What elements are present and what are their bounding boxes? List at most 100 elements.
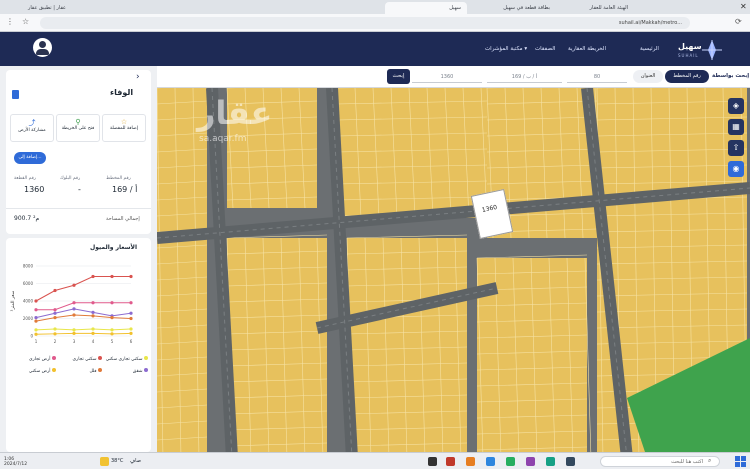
- data-point: [53, 316, 57, 320]
- windows-start-icon[interactable]: [735, 456, 746, 467]
- share-icon: ⤴: [28, 119, 36, 127]
- browser-tab-strip: عقار | تطبيق عقار الهيئة العامة للعقار ب…: [0, 0, 750, 14]
- url-field[interactable]: suhail.ai/Makkah/metro...: [40, 17, 690, 29]
- search-bar: إبحث بواسطة رقم المخطط العنوان 80 169 / …: [157, 66, 750, 88]
- y-tick-label: 6000: [23, 281, 34, 286]
- series-line: [35, 276, 131, 302]
- legend-item: سكني تجاري: [56, 356, 102, 362]
- data-point: [72, 283, 76, 287]
- weather-temp: 38°C: [111, 458, 124, 464]
- data-point: [53, 332, 57, 336]
- data-point: [53, 308, 57, 312]
- star-icon[interactable]: ☆: [22, 17, 29, 26]
- app-icon[interactable]: [566, 457, 575, 466]
- divider: [6, 208, 151, 209]
- panel-title: الوفاء: [110, 88, 134, 97]
- reload-icon[interactable]: ⟳: [735, 17, 742, 26]
- open-on-map-button[interactable]: ⚲ فتح على الخريطة: [56, 114, 100, 142]
- legend-label: فلل: [89, 369, 97, 374]
- mode-plan-number-tab[interactable]: رقم المخطط: [665, 70, 709, 83]
- app-icon[interactable]: [546, 457, 555, 466]
- legend-dot: [144, 368, 148, 372]
- mode-address-tab[interactable]: العنوان: [633, 70, 663, 83]
- plan-number-label: رقم المخطط: [106, 176, 131, 181]
- data-point: [53, 327, 57, 331]
- data-point: [129, 327, 133, 331]
- data-point: [91, 327, 95, 331]
- browser-tab[interactable]: بطاقة قطعة في سهيل: [470, 2, 556, 14]
- app-icon[interactable]: [486, 457, 495, 466]
- series-line: [35, 332, 132, 335]
- data-point: [91, 274, 95, 279]
- layers-icon[interactable]: ◈: [728, 98, 744, 114]
- chevron-right-icon[interactable]: ›: [136, 72, 140, 82]
- nav-home[interactable]: الرئيسية: [640, 46, 659, 52]
- legend-label: شقق: [132, 369, 143, 374]
- block-number-value: -: [78, 185, 81, 194]
- data-point: [34, 328, 38, 332]
- data-point: [91, 301, 95, 305]
- app-icon[interactable]: [446, 457, 455, 466]
- x-tick-label: 2: [54, 339, 57, 344]
- suhail-logo[interactable]: سهيل SUHAIL: [672, 38, 722, 64]
- data-point: [72, 301, 76, 305]
- parcel-block: [347, 238, 467, 458]
- y-tick-label: 0: [30, 334, 33, 339]
- search-field-2[interactable]: 169 / أ / ب: [487, 71, 562, 83]
- weather-icon[interactable]: [100, 457, 109, 466]
- logo-subtext: SUHAIL: [678, 53, 699, 58]
- browser-tab[interactable]: عقار | تطبيق عقار: [2, 2, 72, 14]
- map-pin-icon: ⚲: [75, 118, 81, 126]
- close-window-icon[interactable]: ✕: [740, 2, 747, 11]
- nav-deals[interactable]: الصفقات: [535, 46, 555, 52]
- menu-icon[interactable]: ⋮: [6, 17, 14, 26]
- data-point: [72, 307, 76, 311]
- legend-dot: [52, 356, 56, 360]
- search-label: إبحث بواسطة: [712, 73, 750, 79]
- legend-label: سكني تجاري: [72, 357, 97, 362]
- legend-label: سكني تجاري سكني: [105, 357, 143, 362]
- globe-icon[interactable]: ◉: [728, 161, 744, 177]
- app-icon[interactable]: [506, 457, 515, 466]
- legend-label: أرض تجاري: [29, 357, 51, 362]
- search-button[interactable]: إبحث: [387, 69, 410, 84]
- legend-item: سكني تجاري سكني: [102, 356, 148, 362]
- price-chart-card: الأسعار والميول 0 2000 4000 6000 8000 1 2 3 4 5 6 س…: [6, 238, 151, 452]
- upload-icon[interactable]: ⇧: [728, 140, 744, 156]
- data-point: [91, 314, 95, 318]
- data-point: [91, 331, 95, 335]
- share-parcel-button[interactable]: ⤴ مشاركة الأرض: [10, 114, 54, 142]
- avatar[interactable]: [33, 38, 52, 57]
- browser-tab[interactable]: الهيئة العامة للعقار: [560, 2, 634, 14]
- x-tick-label: 3: [73, 339, 76, 344]
- total-area-label: إجمالي المساحة: [106, 216, 140, 222]
- star-outline-icon: ☆: [120, 118, 128, 126]
- taskbar-search-input[interactable]: اكتب هنا للبحث: [600, 456, 720, 467]
- selected-parcel-label: 1360: [481, 203, 498, 214]
- legend-item: أرض سكني: [10, 368, 56, 374]
- search-field-1[interactable]: 80: [567, 71, 627, 83]
- data-point: [34, 308, 38, 312]
- app-icon[interactable]: [526, 457, 535, 466]
- watermark-logo: عقار: [197, 94, 273, 132]
- map-view[interactable]: عقار sa.aqar.fm 1360 ◈ ▦ ⇧ ◉: [157, 88, 750, 458]
- nav-map[interactable]: الخريطة العقارية: [568, 46, 606, 52]
- search-field-3[interactable]: 1360: [412, 71, 482, 83]
- buildings-icon[interactable]: ▦: [728, 119, 744, 135]
- data-point: [129, 274, 133, 279]
- data-point: [72, 328, 76, 332]
- browser-tab-active[interactable]: سهيل: [385, 2, 467, 14]
- document-icon[interactable]: [12, 90, 19, 99]
- clock[interactable]: 1:06 2024/7/12: [4, 457, 27, 467]
- app-icon[interactable]: [466, 457, 475, 466]
- legend-item: أرض تجاري: [10, 356, 56, 362]
- add-favorite-button[interactable]: ☆ إضافة للمفضلة: [102, 114, 146, 142]
- block-number-label: رقم البلوك: [60, 176, 81, 181]
- series-line: [35, 314, 132, 322]
- legend-item: فلل: [56, 368, 102, 374]
- add-to-button[interactable]: إضافة إلى...: [14, 152, 46, 164]
- y-tick-label: 2000: [23, 316, 34, 321]
- app-icon[interactable]: [428, 457, 437, 466]
- user-icon: [39, 41, 46, 48]
- nav-indicators[interactable]: مكتبة المؤشرات ▾: [485, 46, 527, 52]
